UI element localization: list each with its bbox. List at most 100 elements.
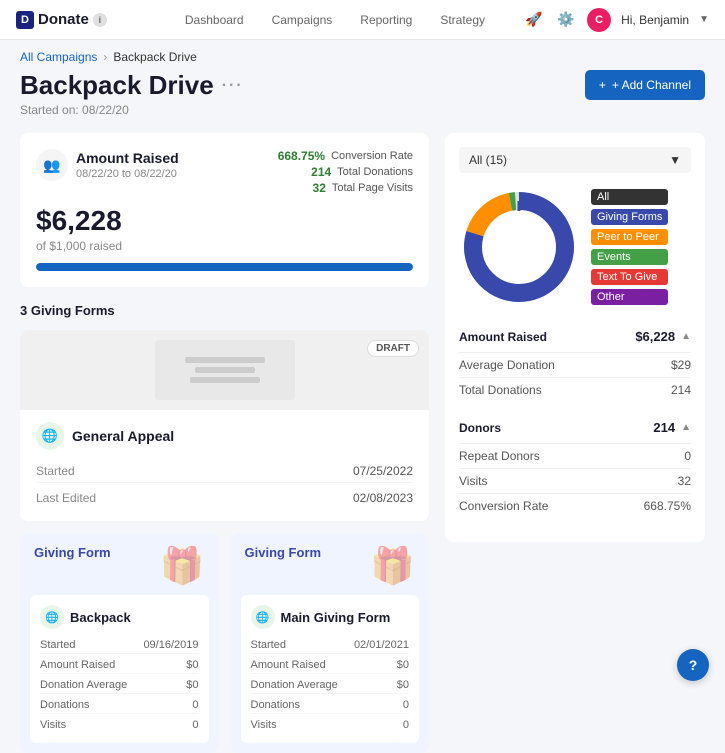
form-small-icon-2: 🌐 xyxy=(251,605,275,629)
header-right: 🚀 ⚙️ C Hi, Benjamin ▼ xyxy=(523,8,709,32)
form-meta-started: Started 07/25/2022 xyxy=(36,460,413,483)
filter-dropdown[interactable]: All (15) ▼ xyxy=(459,147,691,173)
donors-val: 214 ▲ xyxy=(653,420,691,435)
page-title-menu[interactable]: ··· xyxy=(222,77,244,95)
small-avg-1: Donation Average $0 xyxy=(40,677,199,694)
user-greeting: Hi, Benjamin xyxy=(621,13,689,27)
form-small-header-1: Giving Form 🎁 xyxy=(20,533,219,595)
amount-raised-section-val: $6,228 ▲ xyxy=(635,329,691,344)
form-icon: 🌐 xyxy=(36,422,64,450)
nav-reporting[interactable]: Reporting xyxy=(360,9,412,31)
donors-label: Donors xyxy=(459,421,501,435)
people-icon: 👥 xyxy=(36,149,68,181)
repeat-donors-row: Repeat Donors 0 xyxy=(459,444,691,469)
conversion-rate-label: Conversion Rate xyxy=(331,150,413,162)
legend-item-all[interactable]: All xyxy=(591,189,668,205)
form-small-card-2[interactable]: 🌐 Main Giving Form Started 02/01/2021 Am… xyxy=(241,595,420,743)
logo-text: Donate xyxy=(38,11,89,28)
nav-campaigns[interactable]: Campaigns xyxy=(272,9,333,31)
small-donations-1: Donations 0 xyxy=(40,697,199,714)
donors-section: Donors 214 ▲ Repeat Donors 0 Visits 32 C… xyxy=(459,412,691,518)
gift-icon-1: 🎁 xyxy=(160,545,205,587)
amount-raised-chevron: ▲ xyxy=(681,331,691,342)
nav-dashboard[interactable]: Dashboard xyxy=(185,9,244,31)
left-column: 👥 Amount Raised 08/22/20 to 08/22/20 668… xyxy=(20,133,429,753)
amount-raised-section: Amount Raised $6,228 ▲ Average Donation … xyxy=(459,321,691,402)
donut-chart xyxy=(459,187,579,307)
started-value: 07/25/2022 xyxy=(353,464,413,478)
form-small-icon-1: 🌐 xyxy=(40,605,64,629)
header: D Donate i Dashboard Campaigns Reporting… xyxy=(0,0,725,40)
stats-title-block: Amount Raised 08/22/20 to 08/22/20 xyxy=(76,150,179,180)
legend-item-events[interactable]: Events xyxy=(591,249,668,265)
total-donations-metric: 214 Total Donations xyxy=(278,165,413,179)
rocket-icon[interactable]: 🚀 xyxy=(523,9,545,31)
stats-metrics: 668.75% Conversion Rate 214 Total Donati… xyxy=(278,149,413,195)
giving-form-small-backpack: Giving Form 🎁 🌐 Backpack Started 09/16/2… xyxy=(20,533,219,753)
gear-icon[interactable]: ⚙️ xyxy=(555,9,577,31)
form-small-name-2: 🌐 Main Giving Form xyxy=(251,605,410,629)
right-column: All (15) ▼ xyxy=(445,133,705,753)
breadcrumb: All Campaigns › Backpack Drive xyxy=(0,40,725,70)
legend-item-text-to-give[interactable]: Text To Give xyxy=(591,269,668,285)
preview-line-3 xyxy=(190,377,260,383)
stats-title-row: 👥 Amount Raised 08/22/20 to 08/22/20 xyxy=(36,149,179,181)
donut-container: All Giving Forms Peer to Peer Events Tex… xyxy=(459,187,691,307)
form-name: 🌐 General Appeal xyxy=(36,422,413,450)
avatar: C xyxy=(587,8,611,32)
right-panel: All (15) ▼ xyxy=(445,133,705,542)
stats-card: 👥 Amount Raised 08/22/20 to 08/22/20 668… xyxy=(20,133,429,287)
small-donations-2: Donations 0 xyxy=(251,697,410,714)
total-visits-metric: 32 Total Page Visits xyxy=(278,181,413,195)
stats-title: Amount Raised xyxy=(76,150,179,166)
amount-sub: of $1,000 raised xyxy=(36,239,413,253)
main-nav: Dashboard Campaigns Reporting Strategy xyxy=(147,9,523,31)
last-edited-value: 02/08/2023 xyxy=(353,491,413,505)
add-channel-button[interactable]: + + Add Channel xyxy=(585,70,705,100)
small-amount-2: Amount Raised $0 xyxy=(251,657,410,674)
plus-icon: + xyxy=(599,78,606,92)
legend-item-peer-to-peer[interactable]: Peer to Peer xyxy=(591,229,668,245)
preview-line-2 xyxy=(195,367,255,373)
main-content: 👥 Amount Raised 08/22/20 to 08/22/20 668… xyxy=(0,133,725,753)
chart-legend: All Giving Forms Peer to Peer Events Tex… xyxy=(591,189,668,305)
amount-raised-header[interactable]: Amount Raised $6,228 ▲ xyxy=(459,321,691,353)
form-preview-inner xyxy=(155,340,295,400)
total-donations-row: Total Donations 214 xyxy=(459,378,691,402)
filter-label: All (15) xyxy=(469,153,507,167)
giving-form-card-main: DRAFT 🌐 General Appeal Started 07/25/202… xyxy=(20,330,429,521)
filter-chevron-icon: ▼ xyxy=(669,153,681,167)
donors-header[interactable]: Donors 214 ▲ xyxy=(459,412,691,444)
user-chevron-icon[interactable]: ▼ xyxy=(699,14,709,25)
started-label: Started xyxy=(36,464,75,478)
nav-strategy[interactable]: Strategy xyxy=(440,9,485,31)
total-visits-label: Total Page Visits xyxy=(332,182,413,194)
help-button[interactable]: ? xyxy=(677,649,709,681)
total-donations-label: Total Donations xyxy=(337,166,413,178)
stats-header: 👥 Amount Raised 08/22/20 to 08/22/20 668… xyxy=(36,149,413,195)
amount-raised: $6,228 xyxy=(36,205,413,237)
stats-date: 08/22/20 to 08/22/20 xyxy=(76,168,179,180)
form-info: 🌐 General Appeal Started 07/25/2022 Last… xyxy=(20,410,429,521)
visits-row: Visits 32 xyxy=(459,469,691,494)
small-amount-1: Amount Raised $0 xyxy=(40,657,199,674)
small-visits-2: Visits 0 xyxy=(251,717,410,733)
page-header: Backpack Drive ··· Started on: 08/22/20 … xyxy=(0,70,725,133)
form-small-meta-2: Started 02/01/2021 Amount Raised $0 Dona… xyxy=(251,637,410,733)
info-icon[interactable]: i xyxy=(93,13,107,27)
legend-item-other[interactable]: Other xyxy=(591,289,668,305)
giving-form-small-main: Giving Form 🎁 🌐 Main Giving Form Started… xyxy=(231,533,430,753)
breadcrumb-current: Backpack Drive xyxy=(113,50,196,64)
page-title-section: Backpack Drive ··· Started on: 08/22/20 xyxy=(20,70,244,117)
logo[interactable]: D Donate i xyxy=(16,11,107,29)
logo-icon: D xyxy=(16,11,34,29)
conversion-rate-value: 668.75% xyxy=(278,149,325,163)
gift-icon-2: 🎁 xyxy=(370,545,415,587)
avg-donation-row: Average Donation $29 xyxy=(459,353,691,378)
form-small-card-1[interactable]: 🌐 Backpack Started 09/16/2019 Amount Rai… xyxy=(30,595,209,743)
total-donations-value: 214 xyxy=(311,165,331,179)
legend-item-giving-forms[interactable]: Giving Forms xyxy=(591,209,668,225)
breadcrumb-separator: › xyxy=(103,50,107,64)
small-avg-2: Donation Average $0 xyxy=(251,677,410,694)
breadcrumb-parent[interactable]: All Campaigns xyxy=(20,50,97,64)
